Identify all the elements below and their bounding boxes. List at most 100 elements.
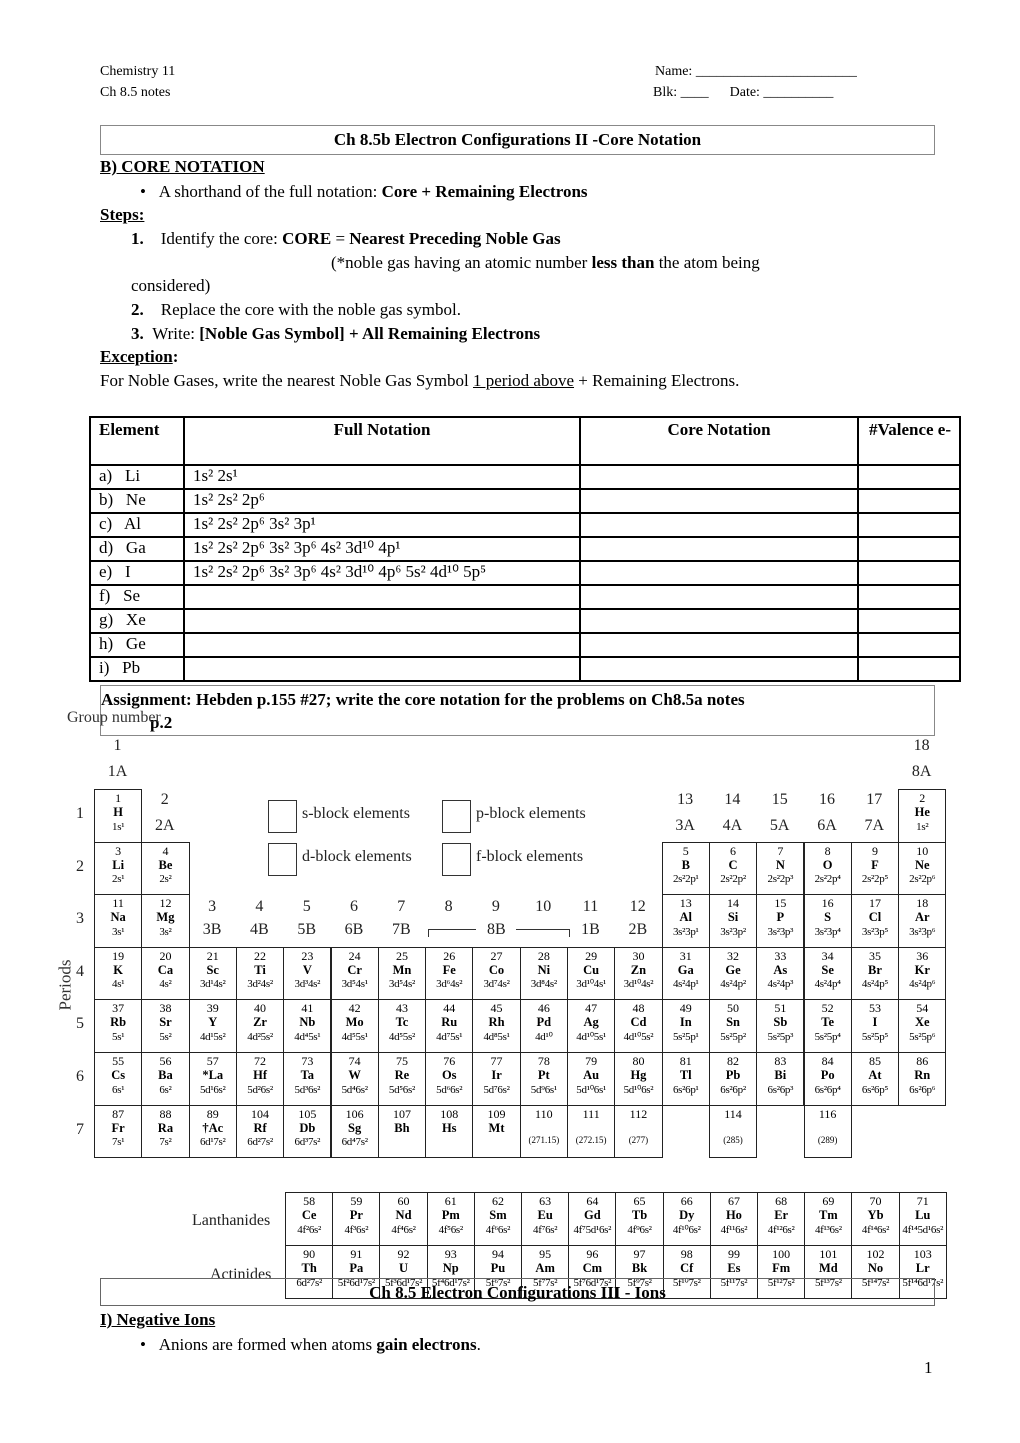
electron-configuration: 5s²5p⁶ xyxy=(909,1030,936,1043)
atomic-number: 53 xyxy=(868,1001,881,1016)
atomic-number: 77 xyxy=(490,1054,503,1068)
electron-configuration: 5s²5p³ xyxy=(767,1030,794,1043)
atomic-number: 90 xyxy=(303,1247,316,1261)
core-notation-cell[interactable] xyxy=(579,584,859,610)
element-symbol: Re xyxy=(394,1068,410,1082)
table-row: e) I 1s² 2s² 2p⁶ 3s² 3p⁶ 4s² 3d¹⁰ 4p⁶ 5s²… xyxy=(89,560,961,586)
period-number: 4 xyxy=(76,962,84,980)
electron-configuration: 3d²4s² xyxy=(247,978,273,991)
notes-label: Ch 8.5 notes xyxy=(100,85,171,100)
element-symbol: Am xyxy=(535,1261,555,1275)
valence-cell[interactable] xyxy=(857,632,961,658)
valence-cell[interactable] xyxy=(857,584,961,610)
atomic-number: 67 xyxy=(727,1194,740,1208)
core-notation-cell[interactable] xyxy=(579,656,859,682)
element-symbol: Gd xyxy=(583,1208,601,1222)
lanthanides-label: Lanthanides xyxy=(192,1212,271,1229)
atomic-number: 5 xyxy=(682,843,689,858)
element-symbol: Ga xyxy=(677,962,694,977)
atomic-number: 100 xyxy=(772,1247,791,1261)
element-cell: 21 Sc 3d¹4s² xyxy=(188,946,237,1001)
section-b-heading: B) CORE NOTATION xyxy=(100,157,265,176)
atomic-number: 34 xyxy=(821,948,834,963)
element-symbol: Pb xyxy=(725,1068,741,1082)
atomic-number: 61 xyxy=(444,1194,457,1208)
core-notation-cell[interactable] xyxy=(579,536,859,562)
atomic-number: 62 xyxy=(491,1194,504,1208)
atomic-number: 50 xyxy=(727,1001,740,1016)
element-cell: 57 *La 5d¹6s² xyxy=(188,1052,237,1106)
element-cell: 36 Kr 4s²4p⁶ xyxy=(898,946,947,1001)
atomic-number: 16 xyxy=(821,896,834,911)
atomic-number: 8 xyxy=(824,843,831,858)
group-label: 5A xyxy=(769,817,790,834)
legend-p-block: p-block elements xyxy=(476,805,586,822)
element-symbol: Sn xyxy=(726,1015,740,1030)
core-notation-cell[interactable] xyxy=(579,560,859,586)
group-number: 13 xyxy=(677,791,694,808)
valence-cell[interactable] xyxy=(857,560,961,586)
element-cell: 84 Po 6s²6p⁴ xyxy=(803,1052,852,1106)
group-label: 7A xyxy=(864,817,885,834)
atomic-number: 109 xyxy=(487,1106,506,1121)
element-symbol: Cl xyxy=(868,910,882,925)
core-notation-cell[interactable] xyxy=(579,608,859,634)
group-number: 18 xyxy=(913,737,930,754)
element-cell: 22 Ti 3d²4s² xyxy=(235,946,285,1001)
group-label: 3A xyxy=(675,817,695,834)
valence-cell[interactable] xyxy=(857,536,961,562)
electron-configuration: 3d⁶4s² xyxy=(436,978,463,991)
element-symbol: Rn xyxy=(914,1068,931,1082)
atomic-number: 37 xyxy=(112,1001,125,1016)
step-bold: Nearest Preceding Noble Gas xyxy=(349,229,561,248)
core-notation-cell[interactable] xyxy=(579,488,859,514)
element-cell: 47 Ag 4d¹⁰5s¹ xyxy=(567,999,616,1053)
core-notation-cell[interactable] xyxy=(579,464,859,490)
element-symbol: O xyxy=(822,857,833,872)
atomic-number: 24 xyxy=(348,948,361,963)
atomic-number: 1 xyxy=(115,791,122,805)
element-cell: 55 Cs 6s¹ xyxy=(94,1052,143,1106)
element-symbol: Xe xyxy=(914,1015,930,1030)
electron-configuration: 6d⁴7s² xyxy=(341,1136,368,1149)
element-symbol: Lr xyxy=(915,1261,930,1275)
bullet-bold: gain electrons xyxy=(376,1335,477,1354)
atomic-number: 54 xyxy=(916,1001,929,1016)
step-text: = xyxy=(331,229,350,248)
atomic-number: 39 xyxy=(206,1001,219,1016)
electron-configuration: 6s²6p⁴ xyxy=(814,1083,841,1096)
group-label: 1B xyxy=(581,921,600,938)
group-number: 16 xyxy=(819,791,835,808)
element-symbol: Ta xyxy=(300,1068,315,1082)
valence-cell[interactable] xyxy=(857,512,961,538)
element-cell: 34 Se 4s²4p⁴ xyxy=(803,946,852,1001)
core-notation-cell[interactable] xyxy=(579,632,859,658)
element-cell: 75 Re 5d⁵6s² xyxy=(377,1052,427,1106)
element-cell: 44 Ru 4d⁷5s¹ xyxy=(425,999,474,1053)
element-symbol: Rb xyxy=(110,1015,127,1030)
atomic-number: 102 xyxy=(866,1247,885,1261)
table-row: b) Ne 1s² 2s² 2p⁶ xyxy=(89,488,961,514)
group-number: 12 xyxy=(629,898,646,915)
electron-configuration: 2s¹ xyxy=(112,873,125,886)
valence-cell[interactable] xyxy=(857,464,961,490)
valence-cell[interactable] xyxy=(857,488,961,514)
atomic-number: 107 xyxy=(392,1106,411,1121)
table-row: a) Li 1s² 2s¹ xyxy=(89,464,961,490)
element-symbol: Tc xyxy=(395,1015,409,1030)
element-symbol: Ag xyxy=(583,1015,599,1030)
atomic-number: 91 xyxy=(350,1247,363,1261)
group-number: 14 xyxy=(724,791,741,808)
element-symbol: Ir xyxy=(491,1068,502,1082)
core-notation-cell[interactable] xyxy=(579,512,859,538)
atomic-number: 30 xyxy=(632,948,645,963)
atomic-number: 43 xyxy=(395,1001,408,1016)
valence-cell[interactable] xyxy=(857,656,961,682)
atomic-number: 55 xyxy=(112,1054,125,1068)
atomic-number: 19 xyxy=(112,948,125,963)
element-symbol: Cu xyxy=(583,962,600,977)
atomic-number: 103 xyxy=(913,1247,932,1261)
valence-cell[interactable] xyxy=(857,608,961,634)
electron-configuration: 5d⁵6s² xyxy=(388,1083,415,1096)
element-cell: 13 Al 3s²3p¹ xyxy=(661,894,710,948)
